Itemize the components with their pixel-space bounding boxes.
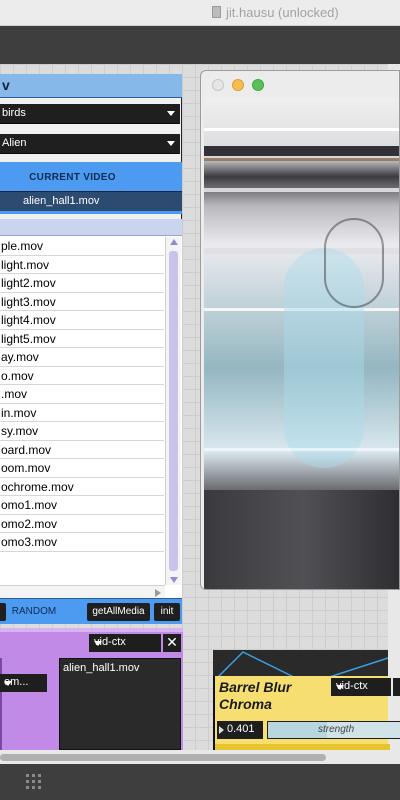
random-button[interactable]: RANDOM [8,603,60,621]
value-number-box[interactable]: 0.401 [217,721,263,739]
chevron-down-icon [167,111,175,116]
list-item[interactable]: ochrome.mov [0,478,164,496]
list-item[interactable]: oard.mov [0,441,164,459]
window-titlebar: jit.hausu (unlocked) [0,0,400,26]
init-button[interactable]: init [154,603,180,621]
list-item[interactable]: sy.mov [0,422,164,441]
glitch-figure [324,218,384,308]
canvas-horizontal-scrollbar[interactable] [0,750,400,764]
context-select[interactable]: vid-ctx [331,678,391,696]
window-close-icon[interactable] [212,79,224,91]
file-list-items: ple.mov light.mov light2.mov light3.mov … [0,237,164,552]
message-text: alien_hall1.mov [63,662,140,674]
window-minimize-icon[interactable] [232,79,244,91]
list-item[interactable]: omo1.mov [0,496,164,515]
file-list-horizontal-scrollbar[interactable] [0,585,165,599]
window-title: jit.hausu (unlocked) [226,5,339,20]
file-list-vertical-scrollbar[interactable] [165,237,181,585]
list-item[interactable]: light.mov [0,256,164,274]
folder-dropdown-value: birds [2,107,26,119]
current-video-title: CURRENT VIDEO [29,172,116,183]
list-item[interactable]: light5.mov [0,330,164,348]
list-item[interactable]: light3.mov [0,293,164,311]
folder-dropdown[interactable]: birds [0,104,180,124]
scroll-up-icon[interactable] [170,239,178,245]
subfolder-dropdown-value: Alien [2,137,27,149]
chevron-down-icon [336,685,344,690]
slider-label: strength [318,724,355,735]
current-video-file: alien_hall1.mov [23,195,100,207]
collapse-chevron-icon[interactable]: v [2,77,10,93]
mode-select[interactable]: em... [0,674,47,692]
chevron-down-icon [167,141,175,146]
module-menu-button[interactable] [393,678,400,696]
glitch-streak [204,146,399,156]
play-icon [219,726,224,734]
jit-output-window[interactable] [200,70,400,590]
list-item[interactable]: light4.mov [0,311,164,330]
file-list-header [0,219,182,236]
list-item[interactable]: .mov [0,385,164,404]
player-header: v [0,74,182,98]
player-button-row: RANDOM getAllMedia init [0,598,182,624]
list-item[interactable]: ple.mov [0,237,164,256]
scroll-down-icon[interactable] [170,577,178,583]
document-icon [212,6,221,18]
current-video-block: CURRENT VIDEO alien_hall1.mov [0,162,182,214]
chevron-down-icon [94,641,102,646]
glitch-floor [204,490,399,589]
patcher-toolbar [0,26,400,64]
subfolder-dropdown[interactable]: Alien [0,134,180,154]
window-maximize-icon[interactable] [252,79,264,91]
value-text: 0.401 [227,723,255,735]
context-select[interactable]: vid-ctx [89,634,161,652]
scrollbar-thumb[interactable] [169,251,178,571]
module-title: Barrel Blur Chroma [219,679,292,712]
glitch-streak [204,128,399,131]
video-player-panel: v birds Alien CURRENT VIDEO alien_hall1.… [0,74,182,624]
file-list[interactable]: ple.mov light.mov light2.mov light3.mov … [0,219,182,599]
scroll-right-icon[interactable] [155,589,161,597]
glitch-streak [204,188,399,192]
list-item[interactable]: ay.mov [0,348,164,367]
list-item[interactable]: light2.mov [0,274,164,293]
list-item[interactable]: in.mov [0,404,164,422]
get-all-media-button[interactable]: getAllMedia [87,603,150,621]
strength-slider[interactable]: strength [267,721,400,739]
list-item[interactable]: omo2.mov [0,515,164,533]
panel-top-band [0,628,183,632]
video-output [204,98,399,589]
message-box[interactable]: alien_hall1.mov [59,658,181,750]
prev-button[interactable] [0,603,6,621]
barrel-blur-chroma-module: Barrel Blur Chroma vid-ctx 0.401 strengt… [213,676,400,750]
current-video-file-field: alien_hall1.mov [0,191,182,211]
list-item[interactable]: o.mov [0,367,164,385]
patcher-bottom-toolbar [0,750,400,800]
panel-edge [0,658,2,750]
list-item[interactable]: oom.mov [0,459,164,478]
grid-icon[interactable] [26,774,42,790]
vid-ctx-panel: vid-ctx ✕ em... alien_hall1.mov [0,628,183,750]
chevron-down-icon [4,681,12,686]
close-icon[interactable]: ✕ [163,634,181,652]
glitch-streak [204,158,399,161]
list-item[interactable]: omo3.mov [0,533,164,552]
glitch-streak [204,448,399,451]
scrollbar-thumb[interactable] [0,754,326,761]
